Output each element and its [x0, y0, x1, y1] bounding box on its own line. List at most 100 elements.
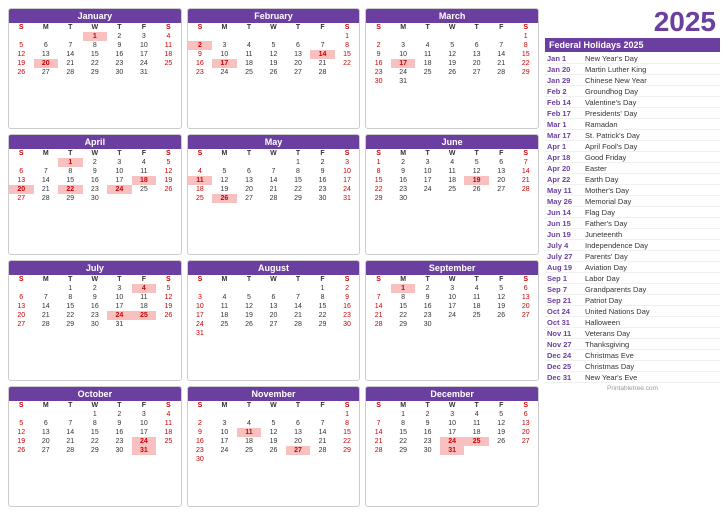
day-header: S — [513, 23, 538, 32]
day-cell: 29 — [366, 194, 391, 203]
empty-cell — [366, 284, 391, 293]
day-header: T — [415, 401, 440, 410]
holiday-row: Jun 19Juneteenth — [545, 229, 720, 240]
month-header-june: June — [366, 135, 538, 149]
day-header: T — [107, 275, 132, 284]
day-cell: 10 — [212, 428, 237, 437]
day-cell: 26 — [156, 311, 181, 320]
day-header: S — [156, 275, 181, 284]
day-cell: 3 — [107, 158, 132, 167]
day-cell: 8 — [391, 419, 416, 428]
day-cell: 7 — [310, 419, 335, 428]
holiday-row: May 11Mother's Day — [545, 185, 720, 196]
day-cell: 18 — [156, 428, 181, 437]
day-header: T — [58, 401, 83, 410]
day-cell: 11 — [237, 50, 262, 59]
day-cell: 11 — [132, 167, 157, 176]
holiday-date: Feb 14 — [547, 98, 581, 107]
day-header: F — [310, 401, 335, 410]
day-cell: 4 — [156, 32, 181, 41]
day-cell: 31 — [440, 446, 465, 455]
holiday-row: Dec 25Christmas Day — [545, 361, 720, 372]
day-cell: 25 — [212, 320, 237, 329]
day-cell: 3 — [415, 158, 440, 167]
day-cell: 13 — [489, 167, 514, 176]
empty-cell — [9, 158, 34, 167]
day-cell: 19 — [261, 59, 286, 68]
day-cell: 6 — [489, 158, 514, 167]
day-cell: 13 — [513, 293, 538, 302]
day-cell: 27 — [513, 437, 538, 446]
day-cell: 25 — [237, 446, 262, 455]
day-cell: 17 — [415, 176, 440, 185]
day-cell: 24 — [107, 311, 132, 320]
day-cell: 24 — [212, 68, 237, 77]
day-header: F — [132, 149, 157, 158]
empty-cell — [188, 284, 213, 293]
day-cell: 9 — [188, 428, 213, 437]
day-header: T — [464, 149, 489, 158]
day-cell: 10 — [107, 293, 132, 302]
day-cell: 28 — [489, 68, 514, 77]
holiday-row: Feb 14Valentine's Day — [545, 97, 720, 108]
holiday-row: Jan 29Chinese New Year — [545, 75, 720, 86]
day-cell: 16 — [107, 50, 132, 59]
calendar-march: MarchSMTWTFS1234567891011121314151617181… — [365, 8, 539, 129]
day-cell: 18 — [237, 59, 262, 68]
holiday-name: Easter — [585, 164, 607, 173]
day-cell: 29 — [310, 320, 335, 329]
holiday-row: Apr 22Earth Day — [545, 174, 720, 185]
day-cell: 18 — [440, 176, 465, 185]
day-cell: 6 — [9, 293, 34, 302]
day-cell: 17 — [132, 428, 157, 437]
day-cell: 7 — [34, 293, 59, 302]
day-cell: 13 — [286, 50, 311, 59]
day-header: M — [391, 149, 416, 158]
day-cell: 28 — [58, 68, 83, 77]
day-header: S — [366, 275, 391, 284]
day-cell: 21 — [58, 437, 83, 446]
empty-cell — [286, 32, 311, 41]
day-cell: 29 — [83, 68, 108, 77]
holiday-row: Jan 1New Year's Day — [545, 53, 720, 64]
day-cell: 13 — [9, 302, 34, 311]
day-cell: 16 — [188, 437, 213, 446]
day-cell: 3 — [132, 32, 157, 41]
day-cell: 7 — [513, 158, 538, 167]
holiday-date: Oct 24 — [547, 307, 581, 316]
day-cell: 9 — [107, 419, 132, 428]
day-cell: 30 — [107, 68, 132, 77]
day-header: M — [391, 23, 416, 32]
day-cell: 19 — [212, 185, 237, 194]
day-cell: 27 — [464, 68, 489, 77]
day-cell: 27 — [34, 446, 59, 455]
empty-cell — [9, 410, 34, 419]
holiday-name: Patriot Day — [585, 296, 622, 305]
month-header-july: July — [9, 261, 181, 275]
day-cell: 13 — [34, 428, 59, 437]
holiday-row: Feb 17Presidents' Day — [545, 108, 720, 119]
day-header: M — [34, 23, 59, 32]
day-cell: 27 — [9, 194, 34, 203]
day-header: F — [489, 149, 514, 158]
day-cell: 22 — [391, 437, 416, 446]
calendars-grid: JanuarySMTWTFS12345678910111213141516171… — [8, 8, 539, 507]
day-cell: 5 — [489, 284, 514, 293]
day-cell: 18 — [415, 59, 440, 68]
holiday-row: Sep 7Grandparents Day — [545, 284, 720, 295]
day-cell: 23 — [188, 68, 213, 77]
empty-cell — [188, 158, 213, 167]
calendar-february: FebruarySMTWTFS1234567891011121314151617… — [187, 8, 361, 129]
holiday-date: Dec 25 — [547, 362, 581, 371]
day-cell: 23 — [415, 437, 440, 446]
day-cell: 28 — [310, 68, 335, 77]
empty-cell — [261, 410, 286, 419]
empty-cell — [9, 32, 34, 41]
day-cell: 28 — [513, 185, 538, 194]
day-header: S — [366, 149, 391, 158]
day-cell: 12 — [464, 167, 489, 176]
holiday-date: Nov 27 — [547, 340, 581, 349]
day-cell: 23 — [83, 185, 108, 194]
day-cell: 22 — [83, 59, 108, 68]
day-cell: 8 — [366, 167, 391, 176]
